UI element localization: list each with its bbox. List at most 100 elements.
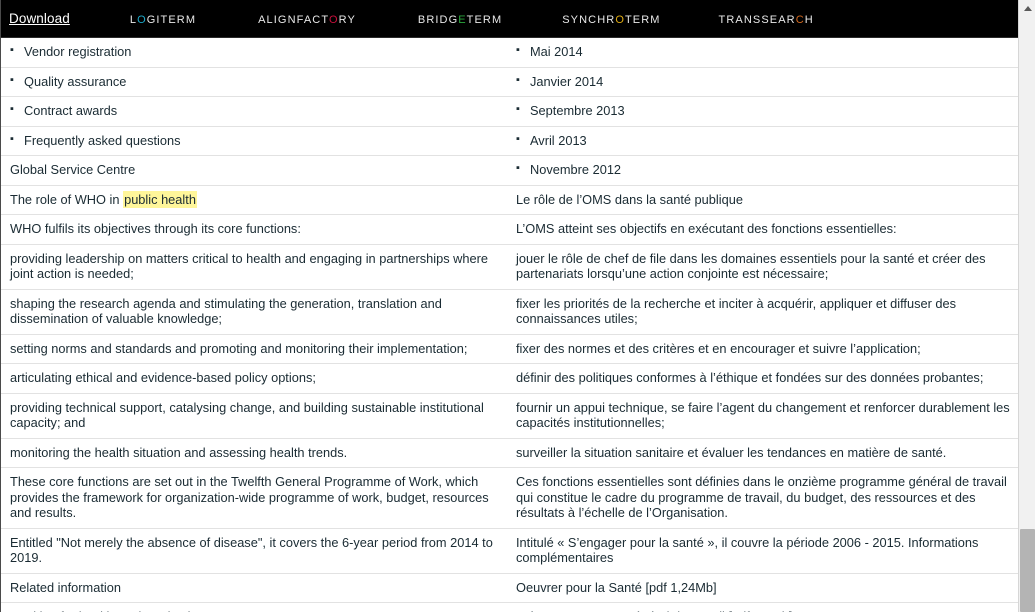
table-row[interactable]: shaping the research agenda and stimulat… [1, 289, 1018, 335]
target-segment-text: fournir un appui technique, se faire l’a… [516, 399, 1010, 431]
target-segment-cell[interactable]: Mai 2014 [507, 38, 1018, 68]
table-row[interactable]: WHO fulfils its objectives through its c… [1, 214, 1018, 245]
source-segment-cell[interactable]: Contract awards [1, 96, 507, 127]
source-segment-cell[interactable]: providing technical support, catalysing … [1, 393, 507, 439]
table-row[interactable]: providing leadership on matters critical… [1, 244, 1018, 290]
table-row[interactable]: Frequently asked questions Avril 2013 [1, 126, 1018, 156]
target-segment-cell[interactable]: Novembre 2012 [507, 155, 1018, 186]
table-row[interactable]: Vendor registration Mai 2014 [1, 38, 1018, 68]
source-segment-cell[interactable]: setting norms and standards and promotin… [1, 334, 507, 364]
logo-logiterm-post: giTerm [146, 9, 197, 27]
target-segment-cell[interactable]: Janvier 2014 [507, 67, 1018, 97]
logo-synchroterm-accent: O [615, 9, 625, 27]
source-segment-text: Quality assurance [10, 73, 498, 90]
brand-header-bar: Download LOgiTerm AlignFactOry BridgETer… [1, 0, 1018, 38]
table-row[interactable]: The role of WHO in public health Le rôle … [1, 185, 1018, 215]
table-row[interactable]: articulating ethical and evidence-based … [1, 363, 1018, 394]
target-segment-text: Janvier 2014 [516, 73, 1010, 90]
source-segment-cell[interactable]: Quality assurance [1, 67, 507, 97]
source-segment-cell[interactable]: The role of WHO in public health [1, 185, 507, 215]
source-segment-cell[interactable]: monitoring the health situation and asse… [1, 438, 507, 468]
source-segment-text: Vendor registration [10, 43, 498, 60]
table-row[interactable]: Global Service Centre Novembre 2012 [1, 155, 1018, 186]
logo-transsearch-post: h [804, 9, 814, 27]
logo-bridgeterm-accent: E [458, 9, 467, 27]
source-segment-text: Contract awards [10, 102, 498, 119]
target-segment-text: jouer le rôle de chef de file dans les d… [516, 250, 986, 282]
target-segment-cell[interactable]: Ces fonctions essentielles sont définies… [507, 467, 1018, 529]
source-segment-cell[interactable]: Frequently asked questions [1, 126, 507, 156]
table-row[interactable]: providing technical support, catalysing … [1, 393, 1018, 439]
target-segment-cell[interactable]: définir des politiques conformes à l’éth… [507, 363, 1018, 394]
target-segment-text: Septembre 2013 [516, 102, 1010, 119]
table-row[interactable]: Contract awards Septembre 2013 [1, 96, 1018, 127]
logo-alignfactory-pre: AlignFact [258, 9, 329, 27]
source-segment-text: Global Service Centre [10, 162, 136, 177]
table-row[interactable]: setting norms and standards and promotin… [1, 334, 1018, 364]
source-segment-cell[interactable]: Global Service Centre [1, 155, 507, 186]
target-segment-cell[interactable]: jouer le rôle de chef de file dans les d… [507, 244, 1018, 290]
target-segment-cell[interactable]: surveiller la situation sanitaire et éva… [507, 438, 1018, 468]
download-link[interactable]: Download [9, 11, 70, 26]
product-logo-list: LOgiTerm AlignFactOry BridgETerm SynchrO… [100, 10, 1018, 28]
scroll-up-button[interactable] [1019, 0, 1035, 17]
source-segment-text: Frequently asked questions [10, 132, 498, 149]
table-row[interactable]: Related information Oeuvrer pour la Santé… [1, 573, 1018, 603]
target-segment-cell[interactable]: 11ème programme général de travail [pdf … [507, 602, 1018, 612]
bitext-table-container[interactable]: Vendor registration Mai 2014 Quality assur… [1, 38, 1018, 612]
target-segment-cell[interactable]: Le rôle de l’OMS dans la santé publique [507, 185, 1018, 215]
table-row[interactable]: These core functions are set out in the … [1, 467, 1018, 529]
logo-alignfactory-accent: O [328, 9, 339, 27]
source-segment-text: Related information [10, 579, 121, 595]
source-segment-text: shaping the research agenda and stimulat… [10, 295, 442, 327]
logo-synchroterm[interactable]: SynchrOTerm [562, 10, 660, 28]
target-segment-cell[interactable]: Intitulé « S’engager pour la santé », il… [507, 528, 1018, 574]
source-segment-cell[interactable]: Vendor registration [1, 38, 507, 68]
source-segment-cell[interactable]: providing leadership on matters critical… [1, 244, 507, 290]
application-window: Download LOgiTerm AlignFactOry BridgETer… [0, 0, 1035, 612]
source-segment-cell[interactable]: Entitled "Not merely the absence of dise… [1, 528, 507, 574]
bitext-table-body: Vendor registration Mai 2014 Quality assur… [1, 38, 1018, 612]
logo-synchroterm-post: Term [624, 9, 661, 27]
target-segment-cell[interactable]: Septembre 2013 [507, 96, 1018, 127]
target-segment-text: Avril 2013 [516, 132, 1010, 149]
target-segment-cell[interactable]: Avril 2013 [507, 126, 1018, 156]
target-segment-text: Mai 2014 [516, 43, 1010, 60]
source-segment-text: monitoring the health situation and asse… [10, 444, 348, 460]
scrollbar-thumb[interactable] [1020, 528, 1035, 612]
source-segment-text: Entitled "Not merely the absence of dise… [10, 534, 493, 566]
table-row[interactable]: Working for health: an introduction to W… [1, 602, 1018, 612]
source-segment-cell[interactable]: Working for health: an introduction to W… [1, 602, 507, 612]
target-segment-text: fixer les priorités de la recherche et i… [516, 295, 957, 327]
source-segment-cell[interactable]: shaping the research agenda and stimulat… [1, 289, 507, 335]
source-segment-cell[interactable]: articulating ethical and evidence-based … [1, 363, 507, 394]
table-row[interactable]: Entitled "Not merely the absence of dise… [1, 528, 1018, 574]
highlighted-term[interactable]: public health [123, 190, 197, 208]
table-row[interactable]: monitoring the health situation and asse… [1, 438, 1018, 468]
target-segment-cell[interactable]: Oeuvrer pour la Santé [pdf 1,24Mb] [507, 573, 1018, 603]
target-segment-cell[interactable]: fournir un appui technique, se faire l’a… [507, 393, 1018, 439]
logo-synchroterm-pre: Synchr [562, 9, 616, 27]
logo-transsearch-pre: TransSear [718, 9, 796, 27]
target-segment-cell[interactable]: fixer les priorités de la recherche et i… [507, 289, 1018, 335]
source-segment-cell[interactable]: WHO fulfils its objectives through its c… [1, 214, 507, 245]
source-segment-cell[interactable]: Related information [1, 573, 507, 603]
target-segment-cell[interactable]: fixer des normes et des critères et en e… [507, 334, 1018, 364]
table-row[interactable]: Quality assurance Janvier 2014 [1, 67, 1018, 97]
logo-alignfactory[interactable]: AlignFactOry [258, 10, 356, 28]
logo-logiterm[interactable]: LOgiTerm [130, 10, 196, 28]
content-column: Download LOgiTerm AlignFactOry BridgETer… [0, 0, 1018, 612]
vertical-scrollbar[interactable] [1018, 0, 1035, 612]
target-segment-text: définir des politiques conformes à l’éth… [516, 370, 984, 385]
logo-bridgeterm[interactable]: BridgETerm [418, 10, 502, 28]
source-segment-text: setting norms and standards and promotin… [10, 340, 468, 356]
source-segment-text: These core functions are set out in the … [10, 474, 489, 520]
source-segment-cell[interactable]: These core functions are set out in the … [1, 467, 507, 529]
target-segment-cell[interactable]: L’OMS atteint ses objectifs en exécutant… [507, 214, 1018, 245]
logo-logiterm-pre: L [129, 9, 138, 27]
logo-transsearch[interactable]: TransSearCh [719, 10, 814, 28]
logo-logiterm-accent: O [137, 9, 147, 27]
target-segment-text: Le rôle de l’OMS dans la santé publique [516, 191, 743, 207]
target-segment-text: Oeuvrer pour la Santé [pdf 1,24Mb] [516, 579, 717, 595]
scroll-up-arrow-icon [1023, 6, 1032, 11]
